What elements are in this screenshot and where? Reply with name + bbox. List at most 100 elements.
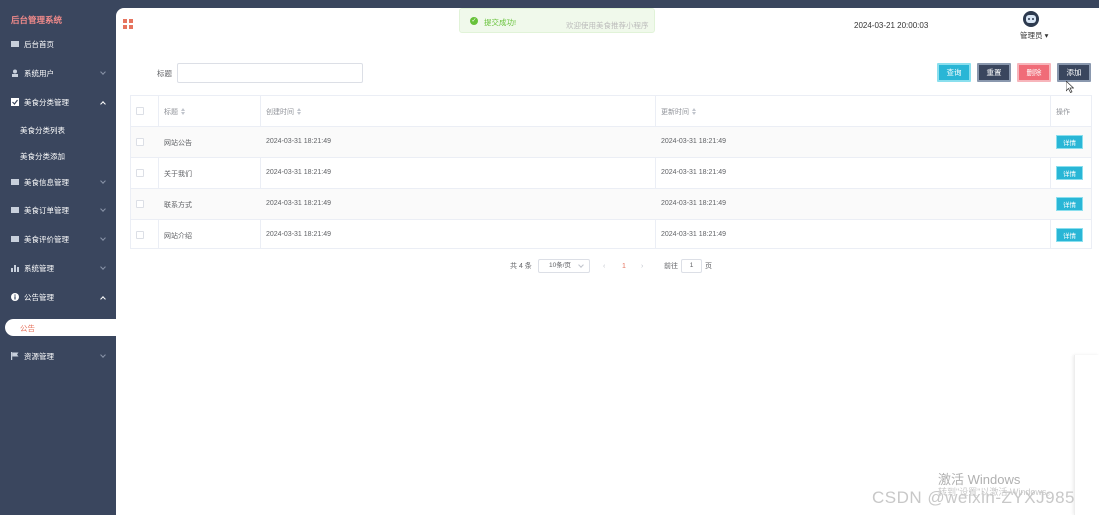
user-menu[interactable]: 管理员 ▾ [1020,30,1048,41]
sidebar-item-food-orders[interactable]: 美食订单管理 [0,196,116,224]
table-row: 网站公告 2024-03-31 18:21:49 2024-03-31 18:2… [131,126,1091,157]
row-checkbox[interactable] [136,231,144,239]
mouse-cursor-icon [1066,81,1074,93]
pagination-total: 共 4 条 [510,263,532,270]
row-checkbox[interactable] [136,200,144,208]
chevron-down-icon [100,235,106,241]
column-header-updated[interactable]: 更新时间 [661,96,696,127]
chevron-down-icon [100,69,106,75]
page-number-current[interactable]: 1 [622,258,626,274]
sidebar-item-label: 美食订单管理 [24,205,69,215]
sidebar-item-label: 美食评价管理 [24,234,69,244]
cell-created: 2024-03-31 18:21:49 [266,169,331,176]
cell-updated: 2024-03-31 18:21:49 [661,231,726,238]
main-panel [116,8,1099,515]
list-icon [11,235,19,243]
column-header-title[interactable]: 标题 [164,96,185,127]
menu-grid-icon[interactable] [123,19,133,29]
chevron-up-icon [100,296,106,302]
query-button[interactable]: 查询 [937,63,971,82]
table-row: 关于我们 2024-03-31 18:21:49 2024-03-31 18:2… [131,157,1091,188]
row-checkbox[interactable] [136,138,144,146]
row-checkbox[interactable] [136,169,144,177]
sidebar-subitem-label: 美食分类添加 [20,151,65,161]
detail-button[interactable]: 详情 [1056,228,1083,242]
header-datetime: 2024-03-21 20:00:03 [854,21,929,30]
info-icon [11,293,19,301]
brand-title: 后台管理系统 [11,15,63,25]
sidebar-item-label: 系统管理 [24,263,54,273]
user-icon [11,69,19,77]
sidebar-item-notice-management[interactable]: 公告管理 [0,283,116,311]
chevron-down-icon [100,352,106,358]
detail-button[interactable]: 详情 [1056,197,1083,211]
sidebar-subitem-notice[interactable]: 公告 [5,319,117,336]
chevron-down-icon [100,264,106,270]
sidebar-item-food-reviews[interactable]: 美食评价管理 [0,225,116,253]
home-icon [11,40,19,48]
sort-icon [692,108,696,115]
flag-icon [11,352,19,360]
category-icon [11,98,19,106]
table-row: 联系方式 2024-03-31 18:21:49 2024-03-31 18:2… [131,188,1091,219]
table-row: 网站介绍 2024-03-31 18:21:49 2024-03-31 18:2… [131,219,1091,250]
column-header-created[interactable]: 创建时间 [266,96,301,127]
column-header-actions: 操作 [1056,108,1070,116]
sort-icon [181,108,185,115]
sidebar-item-food-category[interactable]: 美食分类管理 [0,88,116,116]
cell-title: 网站介绍 [164,233,192,240]
list-icon [11,178,19,186]
check-circle-icon: ✓ [470,17,478,25]
cell-title: 联系方式 [164,202,192,209]
cell-updated: 2024-03-31 18:21:49 [661,138,726,145]
sidebar-item-system-users[interactable]: 系统用户 [0,59,116,87]
goto-suffix: 页 [705,263,712,270]
sidebar-item-label: 资源管理 [24,351,54,361]
detail-button[interactable]: 详情 [1056,135,1083,149]
sidebar-item-system-management[interactable]: 系统管理 [0,254,116,282]
sidebar-subitem-label: 公告 [20,324,35,333]
sidebar-item-food-info[interactable]: 美食信息管理 [0,168,116,196]
goto-page-input[interactable]: 1 [681,259,702,273]
cell-created: 2024-03-31 18:21:49 [266,231,331,238]
sidebar: 后台管理系统 后台首页 系统用户 美食分类管理 美食分类列表 美食分类添加 美食… [0,0,117,515]
sidebar-item-home[interactable]: 后台首页 [0,30,116,58]
reset-button[interactable]: 重置 [977,63,1011,82]
select-all-checkbox[interactable] [136,107,144,115]
search-title-input[interactable] [177,63,363,83]
sidebar-item-label: 公告管理 [24,292,54,302]
top-strip [0,0,1099,8]
page-size-select[interactable]: 10条/页 [538,259,590,273]
cell-created: 2024-03-31 18:21:49 [266,138,331,145]
next-page-icon[interactable]: › [641,258,643,274]
side-overlay-panel [1074,355,1099,515]
sort-icon [297,108,301,115]
add-button[interactable]: 添加 [1057,63,1091,82]
csdn-watermark: CSDN @weixin-ZYXJ985 [872,488,1075,507]
chevron-down-icon [100,178,106,184]
detail-button[interactable]: 详情 [1056,166,1083,180]
prev-page-icon[interactable]: ‹ [603,258,605,274]
user-name: 管理员 [1020,31,1043,40]
sidebar-subitem-category-add[interactable]: 美食分类添加 [0,143,116,169]
search-title-label: 标题 [157,69,172,78]
success-toast: ✓ 提交成功! 欢迎使用美食推荐小程序 [459,8,655,33]
welcome-text: 欢迎使用美食推荐小程序 [566,21,649,30]
cell-updated: 2024-03-31 18:21:49 [661,169,726,176]
cell-updated: 2024-03-31 18:21:49 [661,200,726,207]
sidebar-item-label: 美食信息管理 [24,177,69,187]
notice-table: 标题 创建时间 更新时间 操作 网站公告 2024-03-31 18:21:49… [130,95,1092,249]
sidebar-subitem-category-list[interactable]: 美食分类列表 [0,117,116,143]
toast-message: 提交成功! [484,18,517,27]
sidebar-item-resource-management[interactable]: 资源管理 [0,342,116,370]
chevron-up-icon [100,101,106,107]
list-icon [11,206,19,214]
sidebar-subitem-label: 美食分类列表 [20,125,65,135]
cell-title: 关于我们 [164,171,192,178]
cell-title: 网站公告 [164,140,192,147]
avatar[interactable] [1023,11,1039,27]
chart-icon [11,264,19,272]
caret-down-icon: ▾ [1042,31,1049,40]
delete-button[interactable]: 删除 [1017,63,1051,82]
sidebar-item-label: 美食分类管理 [24,97,69,107]
